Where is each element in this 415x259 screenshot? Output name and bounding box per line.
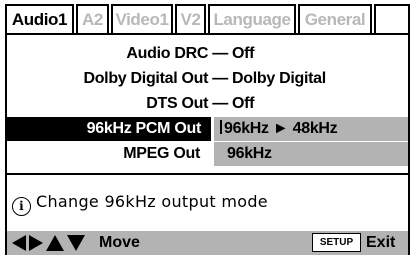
info-message: i Change 96kHz output mode bbox=[12, 190, 268, 216]
setting-value: 96kHz ► 48kHz bbox=[220, 117, 338, 141]
tab-bar: Audio1 A2 Video1 V2 Language General bbox=[5, 4, 410, 33]
tab-audio1[interactable]: Audio1 bbox=[5, 4, 74, 33]
info-icon: i bbox=[12, 197, 31, 216]
cursor-bar bbox=[220, 120, 222, 134]
setting-dts-out[interactable]: DTS Out — Off bbox=[7, 92, 408, 116]
setting-96khz-pcm-out[interactable]: 96kHz PCM Out 96kHz ► 48kHz bbox=[7, 117, 408, 141]
selected-setting-highlight: 96kHz PCM Out bbox=[7, 117, 211, 141]
tab-video1[interactable]: Video1 bbox=[111, 4, 173, 33]
tab-v2[interactable]: V2 bbox=[175, 4, 206, 33]
setting-label: 96kHz PCM Out bbox=[86, 120, 202, 137]
footer-bar: Move SETUP Exit bbox=[7, 231, 408, 255]
setting-value: Dolby Digital bbox=[232, 70, 326, 87]
left-arrow-icon bbox=[12, 235, 26, 251]
right-arrow-icon: ► bbox=[272, 120, 289, 137]
up-arrow-icon bbox=[46, 235, 64, 251]
setting-label: DTS Out — bbox=[146, 95, 228, 112]
right-arrow-icon bbox=[29, 235, 43, 251]
setting-label: Dolby Digital Out — bbox=[83, 70, 228, 87]
setting-value: Off bbox=[232, 95, 255, 112]
setting-label: Audio DRC — bbox=[126, 45, 228, 62]
mpeg-option-box: 96kHz bbox=[214, 142, 408, 166]
divider bbox=[7, 173, 408, 175]
setting-audio-drc[interactable]: Audio DRC — Off bbox=[7, 42, 408, 66]
tab-empty bbox=[374, 4, 410, 33]
exit-label: Exit bbox=[366, 234, 396, 251]
selected-option-box[interactable]: 96kHz ► 48kHz bbox=[214, 117, 408, 141]
setting-value: 96kHz bbox=[227, 145, 272, 162]
setup-button[interactable]: SETUP bbox=[312, 233, 361, 252]
tab-a2[interactable]: A2 bbox=[76, 4, 109, 33]
down-arrow-icon bbox=[67, 235, 85, 251]
move-label: Move bbox=[99, 234, 140, 251]
setting-value: Off bbox=[232, 45, 255, 62]
tab-language[interactable]: Language bbox=[208, 4, 296, 33]
setting-label: MPEG Out bbox=[123, 145, 200, 162]
tab-general[interactable]: General bbox=[298, 4, 372, 33]
setting-dolby-digital-out[interactable]: Dolby Digital Out — Dolby Digital bbox=[7, 67, 408, 91]
nav-arrows bbox=[12, 235, 94, 251]
setting-mpeg-out[interactable]: MPEG Out 96kHz bbox=[7, 142, 408, 166]
settings-panel: Audio DRC — Off Dolby Digital Out — Dolb… bbox=[5, 33, 410, 255]
